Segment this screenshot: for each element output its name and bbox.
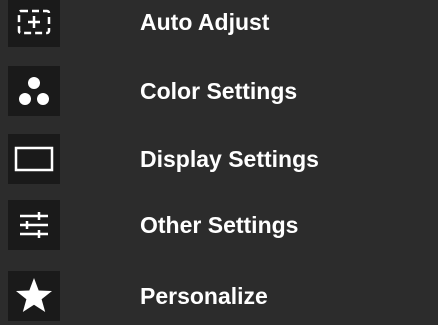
menu-item-color-settings[interactable]: Color Settings <box>0 61 438 121</box>
color-dots-icon <box>8 66 60 116</box>
auto-adjust-icon <box>8 0 60 47</box>
display-rectangle-icon <box>8 134 60 184</box>
sliders-icon <box>8 200 60 250</box>
osd-menu: Auto Adjust Color Settings Display Setti… <box>0 0 438 325</box>
menu-item-display-settings[interactable]: Display Settings <box>0 129 438 189</box>
menu-item-label: Personalize <box>140 283 268 309</box>
menu-item-other-settings[interactable]: Other Settings <box>0 195 438 255</box>
menu-item-label: Auto Adjust <box>140 9 270 35</box>
menu-item-label: Other Settings <box>140 212 299 238</box>
menu-item-label: Display Settings <box>140 146 319 172</box>
menu-item-personalize[interactable]: Personalize <box>0 266 438 325</box>
menu-item-label: Color Settings <box>140 78 298 104</box>
menu-item-auto-adjust[interactable]: Auto Adjust <box>0 0 438 52</box>
star-icon <box>8 271 60 321</box>
